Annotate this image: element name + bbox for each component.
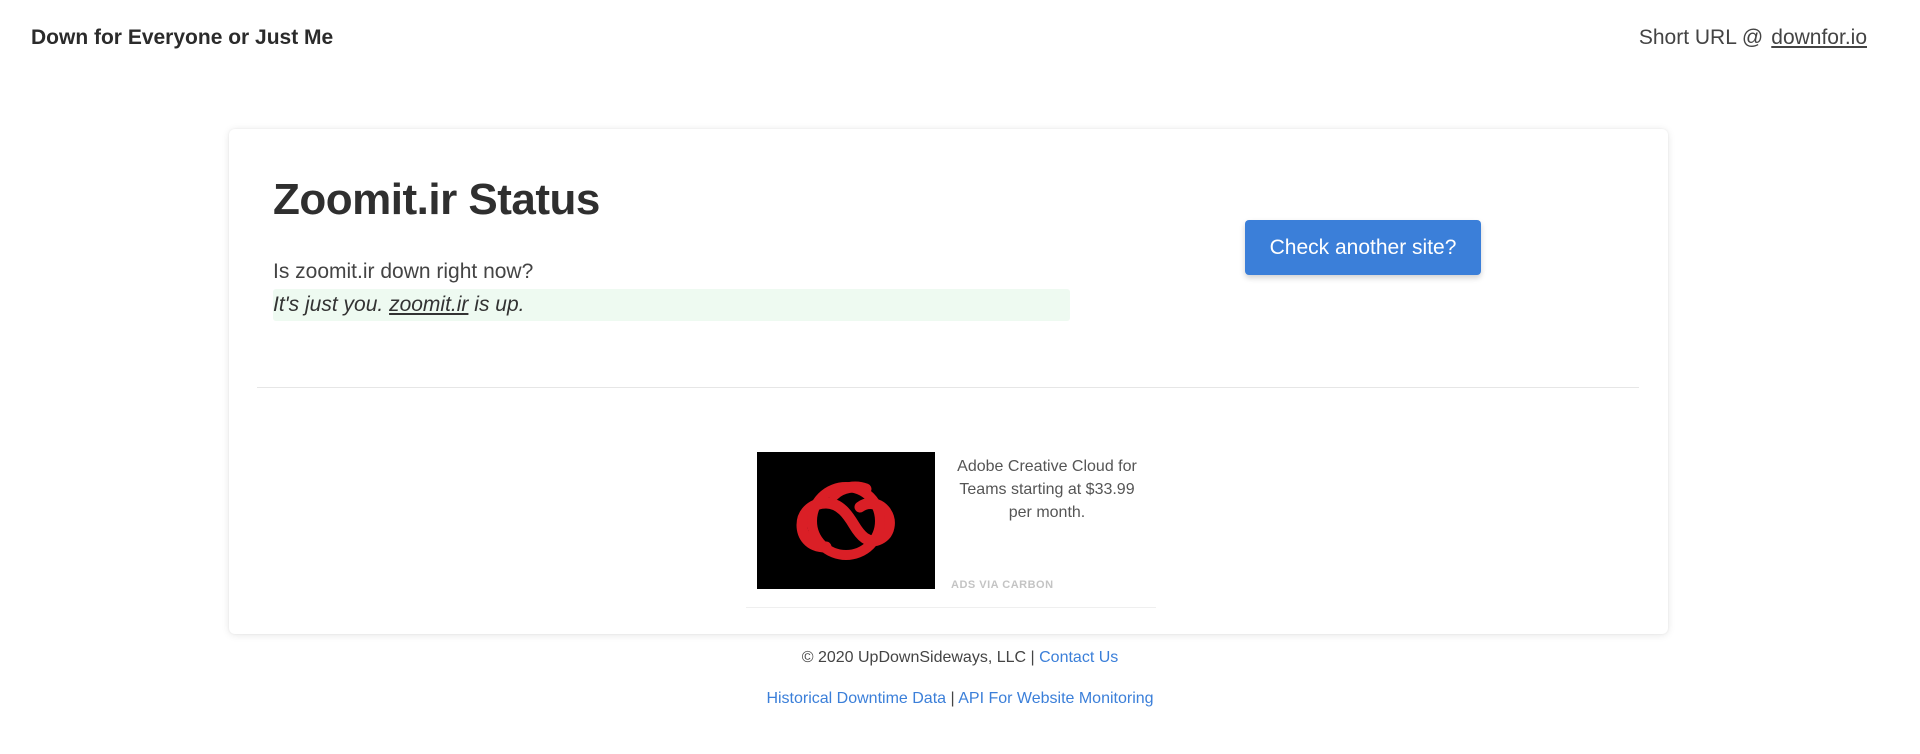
contact-us-link[interactable]: Contact Us	[1039, 649, 1118, 666]
ad-text[interactable]: Adobe Creative Cloud for Teams starting …	[949, 455, 1145, 524]
check-another-site-button[interactable]: Check another site?	[1245, 220, 1481, 275]
carbon-ad[interactable]: Adobe Creative Cloud for Teams starting …	[746, 452, 1156, 608]
answer-prefix: It's just you.	[273, 293, 384, 316]
footer-separator: |	[950, 690, 955, 707]
short-url: Short URL @ downfor.io	[1639, 26, 1867, 50]
footer-copyright: © 2020 UpDownSideways, LLC |	[801, 649, 1035, 666]
status-card: Zoomit.ir Status Is zoomit.ir down right…	[229, 129, 1668, 634]
header: Down for Everyone or Just Me Short URL @…	[0, 0, 1920, 80]
short-url-link[interactable]: downfor.io	[1771, 26, 1867, 49]
divider	[257, 387, 1639, 388]
api-monitoring-link[interactable]: API For Website Monitoring	[958, 690, 1153, 707]
answer-site-link[interactable]: zoomit.ir	[389, 293, 468, 316]
page-title: Zoomit.ir Status	[273, 175, 600, 224]
footer-links-line: Historical Downtime Data | API For Websi…	[0, 690, 1920, 708]
short-url-prefix: Short URL @	[1638, 26, 1764, 49]
ad-via-label[interactable]: ADS VIA CARBON	[951, 579, 1054, 591]
creative-cloud-logo-icon	[796, 481, 895, 560]
site-brand[interactable]: Down for Everyone or Just Me	[31, 26, 333, 50]
answer-suffix: is up.	[474, 293, 525, 316]
status-question: Is zoomit.ir down right now?	[273, 260, 534, 283]
footer-copyright-line: © 2020 UpDownSideways, LLC | Contact Us	[0, 649, 1920, 667]
status-answer: It's just you. zoomit.ir is up.	[273, 289, 1070, 321]
historical-downtime-link[interactable]: Historical Downtime Data	[766, 690, 946, 707]
ad-image[interactable]	[757, 452, 935, 589]
